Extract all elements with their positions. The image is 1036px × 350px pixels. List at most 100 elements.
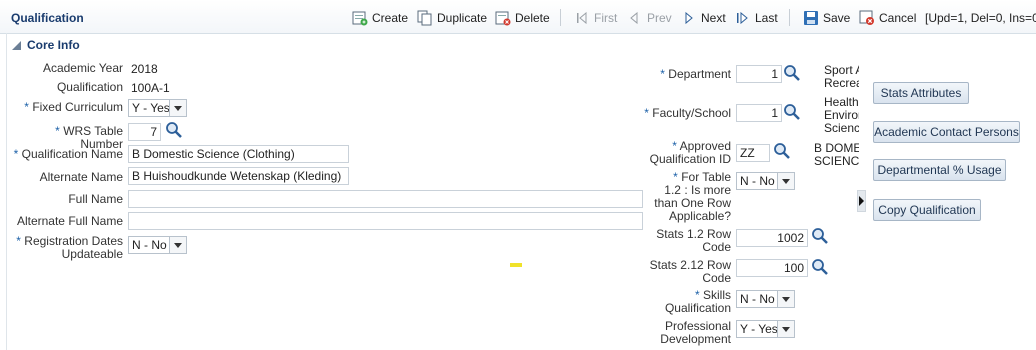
qualification-value: 100A-1	[131, 81, 170, 95]
professional-development-value: Y - Yes	[740, 322, 778, 336]
professional-label-line2: Development	[660, 332, 731, 346]
prev-icon	[627, 10, 643, 26]
last-label: Last	[755, 11, 778, 25]
cancel-label: Cancel	[879, 11, 917, 25]
alternate-full-name-label: Alternate Full Name	[16, 214, 123, 228]
toolbar-divider	[789, 9, 790, 26]
fixed-curriculum-label-text: Fixed Curriculum	[32, 100, 123, 114]
cancel-icon	[859, 10, 875, 26]
duplicate-button[interactable]: Duplicate	[417, 10, 487, 26]
stats-12-label-line1: Stats 1.2 Row	[656, 227, 731, 241]
required-marker: *	[673, 170, 678, 184]
registration-dates-value: N - No	[132, 238, 167, 252]
for-table-label-line2: 1.2 : Is more	[664, 183, 731, 197]
search-icon[interactable]	[811, 227, 829, 245]
search-icon[interactable]	[783, 64, 801, 82]
registration-dates-select[interactable]: N - No	[128, 236, 187, 254]
prev-label: Prev	[647, 11, 672, 25]
duplicate-icon	[417, 10, 433, 26]
skills-qualification-select[interactable]: N - No	[736, 290, 795, 308]
faculty-school-description: HealthEnvironScience	[824, 96, 859, 135]
panel-toggle-arrow-icon[interactable]	[857, 190, 866, 212]
cancel-button[interactable]: Cancel	[859, 10, 916, 26]
approved-qualification-label: * Approved Qualification ID	[640, 140, 731, 166]
skills-qualification-value: N - No	[740, 292, 775, 306]
required-marker: *	[55, 124, 60, 138]
required-marker: *	[672, 139, 677, 153]
academic-year-value: 2018	[131, 62, 158, 76]
departmental-usage-button[interactable]: Departmental % Usage	[873, 159, 1006, 181]
approved-qualification-label-line2: Qualification ID	[649, 152, 731, 166]
professional-label-line1: Professional	[664, 319, 731, 333]
duplicate-label: Duplicate	[437, 11, 488, 25]
stats-attributes-button[interactable]: Stats Attributes	[873, 82, 969, 104]
chevron-down-icon	[777, 321, 794, 337]
next-label: Next	[701, 11, 726, 25]
collapse-triangle-icon[interactable]	[12, 41, 21, 50]
search-icon[interactable]	[811, 258, 829, 276]
qualification-label: Qualification	[56, 80, 123, 94]
approved-desc-line2: SCIENCE	[814, 154, 859, 168]
alternate-full-name-input[interactable]	[128, 212, 643, 230]
search-icon[interactable]	[783, 103, 801, 121]
stats-12-input[interactable]: 1002	[736, 229, 808, 247]
last-icon	[735, 10, 751, 26]
qualification-name-label-text: Qualification Name	[21, 147, 123, 161]
create-label: Create	[372, 11, 409, 25]
next-button[interactable]: Next	[681, 10, 726, 26]
search-icon[interactable]	[165, 121, 183, 139]
department-label-text: Department	[668, 67, 731, 81]
create-button[interactable]: Create	[352, 10, 408, 26]
required-marker: *	[13, 147, 19, 161]
faculty-school-input[interactable]: 1	[736, 104, 782, 122]
faculty-desc-line3: Science	[824, 121, 859, 135]
full-name-label: Full Name	[68, 192, 123, 206]
fixed-curriculum-select[interactable]: Y - Yes	[128, 99, 187, 117]
academic-year-label: Academic Year	[42, 61, 123, 75]
alternate-name-input[interactable]: B Huishoudkunde Wetenskap (Kleding)	[128, 167, 349, 185]
copy-qualification-button[interactable]: Copy Qualification	[873, 199, 981, 221]
first-button[interactable]: First	[574, 10, 617, 26]
chevron-down-icon	[169, 237, 186, 253]
registration-dates-label-line2: Updateable	[61, 247, 123, 261]
required-marker: *	[644, 106, 649, 120]
first-icon	[574, 10, 590, 26]
department-desc-line2: Recreat	[824, 76, 859, 90]
required-marker: *	[16, 234, 21, 248]
stats-212-label-line1: Stats 2.12 Row	[649, 258, 731, 272]
qualification-name-input[interactable]: B Domestic Science (Clothing)	[128, 145, 349, 163]
stats-212-input[interactable]: 100	[736, 259, 808, 277]
for-table-select[interactable]: N - No	[736, 172, 795, 190]
toolbar-divider	[560, 9, 561, 26]
professional-development-label: Professional Development	[640, 320, 731, 346]
approved-qualification-input[interactable]: ZZ	[736, 144, 770, 162]
required-marker: *	[694, 288, 700, 302]
search-icon[interactable]	[773, 142, 791, 160]
chevron-down-icon	[169, 100, 186, 116]
faculty-school-label: * Faculty/School	[640, 107, 731, 120]
department-input[interactable]: 1	[736, 65, 782, 83]
department-label: * Department	[640, 68, 731, 81]
save-label: Save	[823, 11, 851, 25]
page-header: Qualification Create Duplicate Delete Fi…	[0, 0, 1036, 34]
required-marker: *	[24, 100, 29, 114]
for-table-value: N - No	[740, 174, 775, 188]
prev-button[interactable]: Prev	[627, 10, 672, 26]
first-label: First	[594, 11, 618, 25]
highlight-mark	[510, 263, 522, 267]
academic-contact-persons-button[interactable]: Academic Contact Persons	[873, 121, 1020, 143]
alternate-name-label: Alternate Name	[39, 170, 123, 184]
section-title-core-info: Core Info	[27, 38, 80, 52]
delete-icon	[495, 10, 511, 26]
save-button[interactable]: Save	[803, 10, 850, 26]
approved-qualification-label-line1: Approved	[679, 139, 731, 153]
professional-development-select[interactable]: Y - Yes	[736, 320, 795, 338]
approved-qualification-description: B DOMESSCIENCE	[814, 142, 859, 168]
for-table-label: * For Table 1.2 : Is more than One Row Appl…	[640, 171, 731, 223]
stats-212-label: Stats 2.12 Row Code	[640, 259, 731, 285]
update-status-text: [Upd=1, Del=0, Ins=0	[925, 11, 1036, 25]
last-button[interactable]: Last	[735, 10, 778, 26]
delete-button[interactable]: Delete	[495, 10, 550, 26]
full-name-input[interactable]	[128, 190, 643, 208]
wrs-table-number-input[interactable]: 7	[128, 123, 161, 141]
